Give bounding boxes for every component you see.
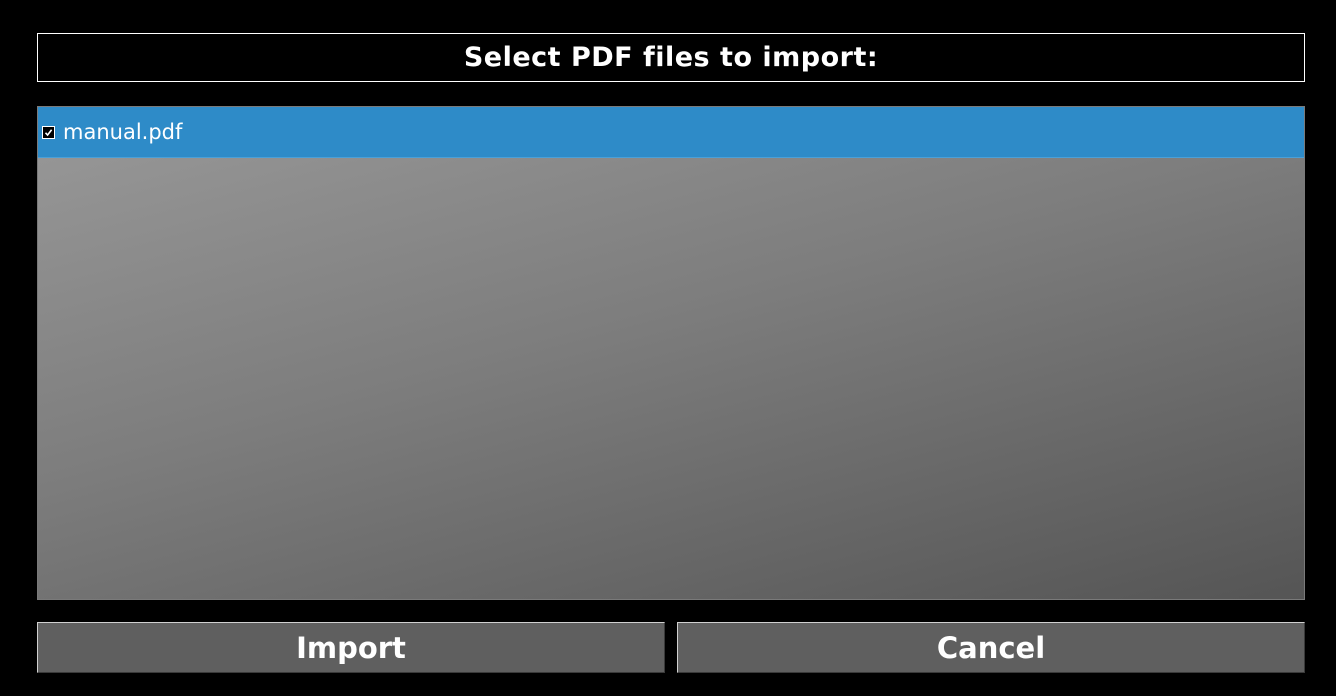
import-button[interactable]: Import (37, 622, 665, 673)
file-list-item[interactable]: manual.pdf (38, 107, 1304, 158)
file-name: manual.pdf (63, 120, 183, 144)
file-list[interactable]: manual.pdf (37, 106, 1305, 600)
cancel-button[interactable]: Cancel (677, 622, 1305, 673)
import-pdf-dialog: Select PDF files to import: manual.pdf I… (0, 0, 1336, 696)
dialog-title-bar: Select PDF files to import: (37, 33, 1305, 82)
checkmark-icon (44, 128, 53, 136)
dialog-title: Select PDF files to import: (463, 42, 879, 73)
checkbox-checked-icon[interactable] (42, 125, 55, 139)
